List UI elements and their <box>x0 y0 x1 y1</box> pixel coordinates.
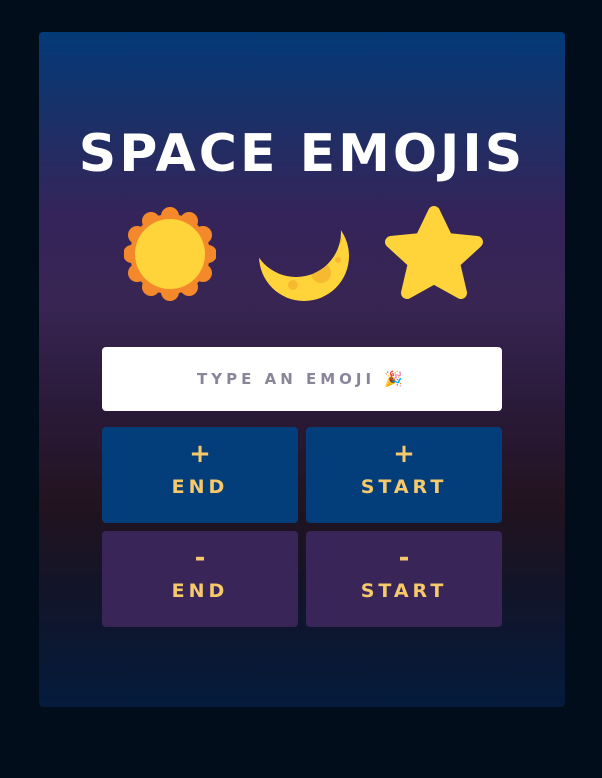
button-label: END <box>171 476 229 498</box>
button-label: START <box>360 476 448 498</box>
button-label: END <box>171 580 229 602</box>
plus-icon: + <box>189 439 211 469</box>
emoji-input[interactable] <box>102 347 502 411</box>
plus-icon: + <box>393 439 415 469</box>
add-end-button[interactable]: + END <box>102 427 298 523</box>
emoji-card: SPACE EMOJIS TYPE AN EMOJI 🎉 + END + STA… <box>39 32 565 707</box>
sun-icon <box>124 207 216 301</box>
remove-end-button[interactable]: - END <box>102 531 298 627</box>
button-label: START <box>360 580 448 602</box>
remove-start-button[interactable]: - START <box>306 531 502 627</box>
page-title: SPACE EMOJIS <box>78 124 526 184</box>
star-icon <box>385 206 483 299</box>
crescent-moon-icon <box>259 214 349 301</box>
minus-icon: - <box>194 543 206 573</box>
add-start-button[interactable]: + START <box>306 427 502 523</box>
minus-icon: - <box>398 543 410 573</box>
